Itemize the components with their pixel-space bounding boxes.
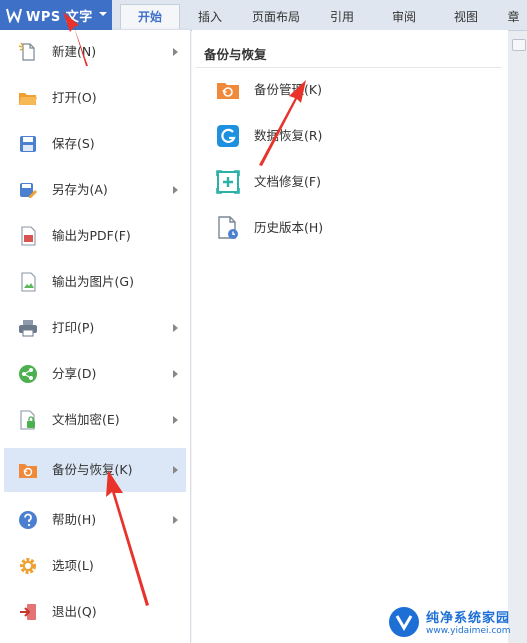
menu-item-export-pdf[interactable]: 输出为PDF(F) bbox=[4, 214, 186, 258]
help-icon bbox=[19, 511, 37, 529]
menu-item-label: 选项(L) bbox=[52, 558, 94, 573]
menu-item-new[interactable]: 新建(N) bbox=[4, 30, 186, 74]
submenu-arrow-icon bbox=[173, 516, 178, 524]
doc-toolbar-icon bbox=[512, 39, 526, 51]
data-recovery-icon bbox=[217, 125, 239, 147]
panel-item-label: 备份管理(K) bbox=[254, 82, 322, 97]
share-icon bbox=[19, 365, 37, 383]
menu-item-exit[interactable]: 退出(Q) bbox=[4, 590, 186, 634]
tab-chapter[interactable]: 章 bbox=[500, 6, 527, 28]
menu-item-label: 分享(D) bbox=[52, 366, 97, 381]
menu-item-label: 输出为PDF(F) bbox=[52, 228, 131, 243]
panel-item-label: 文档修复(F) bbox=[254, 174, 321, 189]
menu-item-options[interactable]: 选项(L) bbox=[4, 544, 186, 588]
export-pdf-icon bbox=[21, 226, 36, 246]
panel-item-document-repair[interactable]: 文档修复(F) bbox=[208, 162, 488, 202]
submenu-arrow-icon bbox=[173, 48, 178, 56]
watermark-url: www.yidaimei.com bbox=[426, 626, 511, 636]
menu-item-share[interactable]: 分享(D) bbox=[4, 352, 186, 396]
gear-icon bbox=[20, 558, 36, 574]
menu-item-help[interactable]: 帮助(H) bbox=[4, 498, 186, 542]
menu-item-label: 新建(N) bbox=[52, 44, 97, 59]
menu-item-label: 退出(Q) bbox=[52, 604, 97, 619]
menu-item-label: 保存(S) bbox=[52, 136, 95, 151]
backup-folder-icon bbox=[19, 464, 37, 478]
file-menu: 新建(N) 打开(O) 保存(S) 另存为(A) 输出为PDF(F) 输出为图片… bbox=[0, 30, 191, 643]
menu-item-label: 文档加密(E) bbox=[52, 412, 120, 427]
menu-item-label: 打印(P) bbox=[52, 320, 95, 335]
menu-item-save-as[interactable]: 另存为(A) bbox=[4, 168, 186, 212]
document-lock-icon bbox=[20, 410, 35, 430]
document-repair-icon bbox=[216, 170, 240, 194]
menu-item-label: 备份与恢复(K) bbox=[52, 462, 133, 477]
document-background bbox=[508, 31, 527, 643]
wps-app-menu-button[interactable]: WPS 文字 bbox=[0, 0, 112, 30]
printer-icon bbox=[19, 320, 37, 337]
top-ribbon: WPS 文字 开始 插入 页面布局 引用 审阅 视图 章 bbox=[0, 0, 527, 31]
backup-manage-icon bbox=[217, 83, 239, 99]
tab-insert[interactable]: 插入 bbox=[186, 6, 234, 28]
panel-item-label: 数据恢复(R) bbox=[254, 128, 323, 143]
submenu-arrow-icon bbox=[173, 370, 178, 378]
menu-item-export-image[interactable]: 输出为图片(G) bbox=[4, 260, 186, 304]
menu-item-label: 帮助(H) bbox=[52, 512, 97, 527]
history-version-icon bbox=[218, 216, 238, 239]
menu-item-print[interactable]: 打印(P) bbox=[4, 306, 186, 350]
exit-icon bbox=[20, 604, 36, 620]
watermark-title: 纯净系统家园 bbox=[426, 611, 511, 626]
panel-item-data-recovery[interactable]: 数据恢复(R) bbox=[208, 116, 488, 156]
tab-review[interactable]: 审阅 bbox=[380, 6, 428, 28]
tab-references[interactable]: 引用 bbox=[318, 6, 366, 28]
menu-item-backup-recovery[interactable]: 备份与恢复(K) bbox=[4, 448, 186, 492]
divider bbox=[196, 67, 502, 68]
menu-item-open[interactable]: 打开(O) bbox=[4, 76, 186, 120]
submenu-arrow-icon bbox=[173, 466, 178, 474]
watermark-logo-icon bbox=[389, 607, 419, 637]
backup-recovery-panel: 备份与恢复 备份管理(K) 数据恢复(R) 文档修复(F) 历史版本(H) bbox=[192, 30, 508, 643]
menu-item-label: 另存为(A) bbox=[52, 182, 108, 197]
panel-item-label: 历史版本(H) bbox=[254, 220, 324, 235]
tab-page-layout[interactable]: 页面布局 bbox=[244, 6, 308, 28]
menu-item-label: 输出为图片(G) bbox=[52, 274, 134, 289]
panel-title: 备份与恢复 bbox=[204, 47, 267, 62]
app-title: WPS 文字 bbox=[26, 10, 93, 25]
save-disk-icon bbox=[20, 136, 36, 152]
submenu-arrow-icon bbox=[173, 186, 178, 194]
panel-item-backup-manage[interactable]: 备份管理(K) bbox=[208, 70, 488, 110]
tab-view[interactable]: 视图 bbox=[442, 6, 490, 28]
menu-item-save[interactable]: 保存(S) bbox=[4, 122, 186, 166]
new-document-icon bbox=[18, 42, 35, 61]
save-as-icon bbox=[20, 183, 37, 198]
submenu-arrow-icon bbox=[173, 324, 178, 332]
submenu-arrow-icon bbox=[173, 416, 178, 424]
tab-start[interactable]: 开始 bbox=[120, 4, 180, 29]
menu-item-encrypt[interactable]: 文档加密(E) bbox=[4, 398, 186, 442]
panel-item-history-version[interactable]: 历史版本(H) bbox=[208, 208, 488, 248]
open-folder-icon bbox=[19, 93, 37, 105]
dropdown-arrow-icon bbox=[99, 12, 107, 16]
site-watermark: 纯净系统家园 www.yidaimei.com bbox=[388, 604, 524, 640]
menu-item-label: 打开(O) bbox=[52, 90, 97, 105]
wps-logo-icon bbox=[6, 8, 22, 23]
export-image-icon bbox=[21, 272, 36, 292]
